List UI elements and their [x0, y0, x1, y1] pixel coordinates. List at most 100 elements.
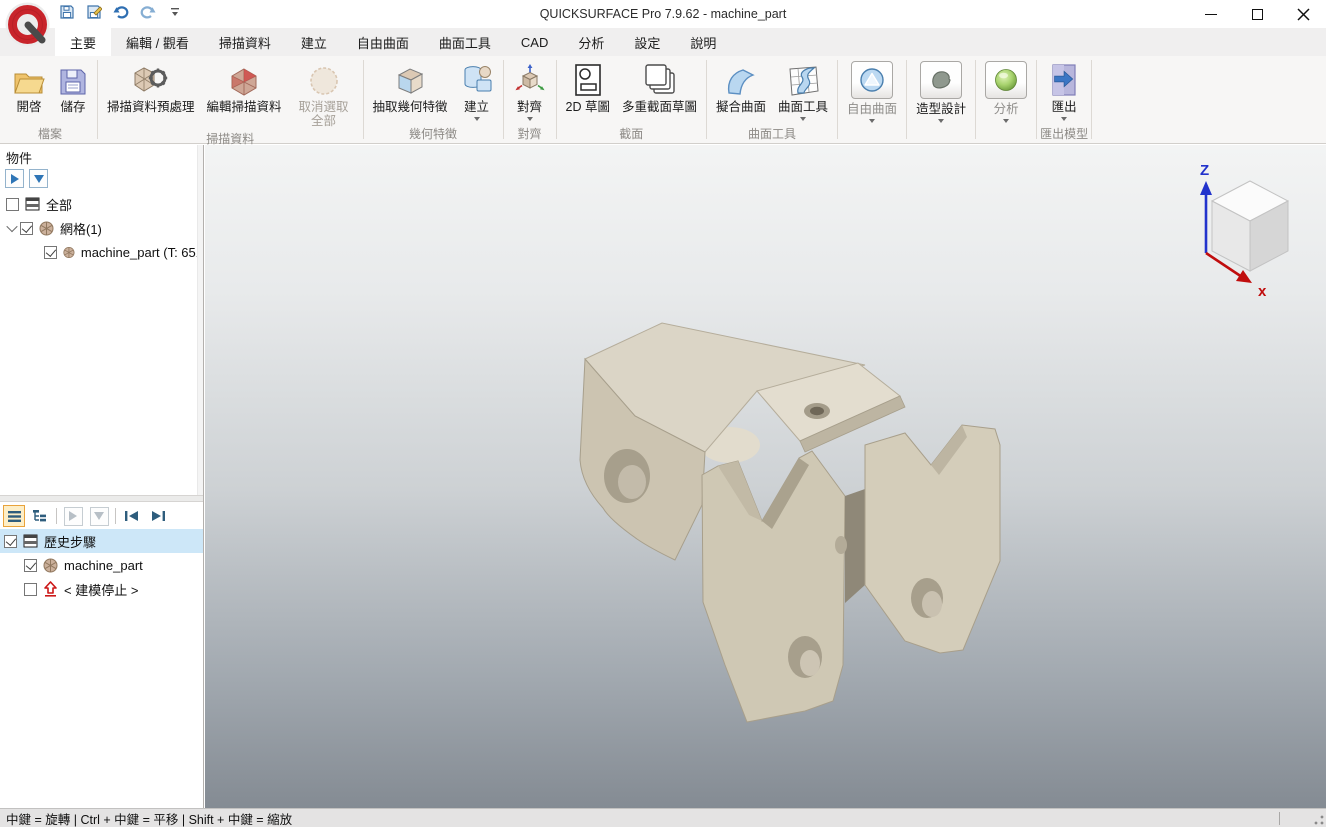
- tree-view-button[interactable]: [30, 506, 50, 526]
- layers-icon: [23, 534, 38, 548]
- stacked-sheets-icon: [641, 61, 679, 97]
- edit-scan-button[interactable]: 編輯掃描資料: [201, 57, 288, 114]
- ribbon-group-analysis: 分析: [976, 56, 1036, 143]
- checkbox-history-part[interactable]: [24, 559, 37, 572]
- objects-scrollbar[interactable]: [197, 145, 203, 495]
- step-down-icon: [94, 512, 104, 520]
- objects-toolbar: [0, 166, 203, 192]
- expand-all-button[interactable]: [5, 169, 24, 188]
- tree-label: 全部: [46, 195, 72, 214]
- group-label-export: 匯出模型: [1040, 124, 1088, 143]
- panel-splitter[interactable]: [0, 495, 203, 502]
- analysis-sphere-icon: [985, 61, 1027, 99]
- group-label-align: 對齊: [507, 124, 553, 143]
- tab-surface-tools[interactable]: 曲面工具: [424, 28, 506, 56]
- skip-to-start-button[interactable]: [122, 506, 142, 526]
- freeform-icon: [851, 61, 893, 99]
- tree-row-mesh-group[interactable]: 網格(1): [0, 216, 203, 240]
- close-button[interactable]: [1280, 0, 1326, 28]
- dropdown-caret-icon: [1003, 119, 1009, 123]
- maximize-button[interactable]: [1234, 0, 1280, 28]
- checkbox-model-stop[interactable]: [24, 583, 37, 596]
- tab-settings[interactable]: 設定: [619, 28, 675, 56]
- axis-z-label[interactable]: Z: [1200, 162, 1209, 179]
- mouse-hints-text: 中鍵 = 旋轉 | Ctrl + 中鍵 = 平移 | Shift + 中鍵 = …: [6, 809, 292, 827]
- ribbon-separator: [1091, 60, 1092, 139]
- tab-edit-view[interactable]: 編輯 / 觀看: [111, 28, 204, 56]
- ribbon-group-export: 匯出 匯出模型: [1037, 56, 1091, 143]
- stop-arrow-icon: [43, 581, 58, 597]
- open-button[interactable]: 開啓: [6, 57, 52, 114]
- application-window: QUICKSURFACE Pro 7.9.62 - machine_part 主…: [0, 0, 1326, 827]
- multi-section-sketch-button[interactable]: 多重截面草圖: [616, 57, 703, 114]
- axis-x-label[interactable]: x: [1258, 283, 1267, 300]
- minimize-icon: [1205, 14, 1217, 15]
- play-steps-button[interactable]: [63, 506, 83, 526]
- tab-help[interactable]: 說明: [675, 28, 731, 56]
- tab-main[interactable]: 主要: [55, 28, 111, 56]
- minimize-button[interactable]: [1188, 0, 1234, 28]
- sketch-2d-button[interactable]: 2D 草圖: [560, 57, 616, 114]
- status-separator: [1279, 812, 1280, 825]
- tab-cad[interactable]: CAD: [506, 28, 563, 56]
- create-feature-button[interactable]: 建立: [454, 57, 500, 121]
- viewport-3d[interactable]: Z x: [205, 145, 1326, 808]
- history-label: < 建模停止 >: [64, 580, 138, 599]
- tree-row-machine-part[interactable]: machine_part (T: 651: [0, 240, 203, 264]
- export-button[interactable]: 匯出: [1043, 57, 1085, 121]
- ribbon-group-styling: 造型設計: [907, 56, 975, 143]
- navigation-cube[interactable]: Z x: [1188, 161, 1300, 305]
- app-menu-button[interactable]: [5, 2, 50, 47]
- tab-analysis[interactable]: 分析: [563, 28, 619, 56]
- window-title: QUICKSURFACE Pro 7.9.62 - machine_part: [0, 0, 1326, 28]
- dropdown-caret-icon: [938, 119, 944, 123]
- ribbon-group-file: 開啓 儲存 檔案: [3, 56, 97, 143]
- group-label-section: 截面: [560, 124, 703, 143]
- styling-icon: [920, 61, 962, 99]
- export-icon: [1049, 61, 1079, 97]
- fit-surface-button[interactable]: 擬合曲面: [710, 57, 772, 114]
- history-row-model-stop[interactable]: < 建模停止 >: [0, 577, 203, 601]
- history-label: 歷史步驟: [44, 532, 96, 551]
- surface-tools-button[interactable]: 曲面工具: [772, 57, 834, 121]
- chevron-down-icon[interactable]: [6, 221, 17, 232]
- align-button[interactable]: 對齊: [507, 57, 553, 121]
- skip-to-end-icon: [150, 510, 166, 522]
- analysis-button[interactable]: 分析: [979, 57, 1033, 123]
- dropdown-caret-icon: [800, 117, 806, 121]
- ribbon-group-align: 對齊 對齊: [504, 56, 556, 143]
- scan-preprocess-button[interactable]: 掃描資料預處理: [101, 57, 201, 114]
- checkbox-history-root[interactable]: [4, 535, 17, 548]
- resize-grip[interactable]: [1314, 815, 1324, 825]
- history-row-root[interactable]: 歷史步驟: [0, 529, 203, 553]
- extract-features-button[interactable]: 抽取幾何特徵: [367, 57, 454, 114]
- title-bar: QUICKSURFACE Pro 7.9.62 - machine_part: [0, 0, 1326, 28]
- deselect-all-button[interactable]: 取消選取全部: [288, 57, 360, 129]
- freeform-button[interactable]: 自由曲面: [841, 57, 903, 123]
- checkbox-mesh-group[interactable]: [20, 222, 33, 235]
- machine-part-model[interactable]: [205, 145, 1326, 808]
- mesh-icon: [63, 245, 75, 260]
- save-button-large[interactable]: 儲存: [52, 57, 94, 114]
- expand-all-icon: [11, 174, 19, 184]
- folder-icon: [12, 61, 46, 97]
- primitives-icon: [460, 61, 494, 97]
- dropdown-caret-icon: [474, 117, 480, 121]
- history-row-machine-part[interactable]: machine_part: [0, 553, 203, 577]
- tree-row-all[interactable]: 全部: [0, 192, 203, 216]
- ribbon-group-section: 2D 草圖 多重截面草圖 截面: [557, 56, 706, 143]
- styling-design-button[interactable]: 造型設計: [910, 57, 972, 123]
- surface-patch-icon: [723, 61, 759, 97]
- dashed-circle-icon: [308, 61, 340, 97]
- window-controls: [1188, 0, 1326, 28]
- collapse-all-button[interactable]: [29, 169, 48, 188]
- skip-to-end-button[interactable]: [148, 506, 168, 526]
- tab-freeform[interactable]: 自由曲面: [342, 28, 424, 56]
- status-bar: 中鍵 = 旋轉 | Ctrl + 中鍵 = 平移 | Shift + 中鍵 = …: [0, 808, 1326, 827]
- tab-create[interactable]: 建立: [286, 28, 342, 56]
- tab-scan-data[interactable]: 掃描資料: [204, 28, 286, 56]
- checkbox-machine-part[interactable]: [44, 246, 57, 259]
- checkbox-all[interactable]: [6, 198, 19, 211]
- list-view-button[interactable]: [4, 506, 24, 526]
- step-down-button[interactable]: [89, 506, 109, 526]
